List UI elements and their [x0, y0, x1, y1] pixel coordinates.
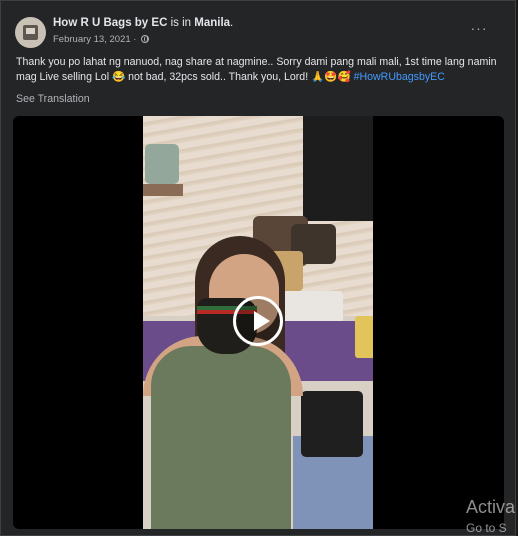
hashtag-link[interactable]: #HowRUbagsbyEC: [354, 71, 445, 83]
author-name[interactable]: How R U Bags by EC: [53, 17, 167, 29]
more-options-button[interactable]: ···: [469, 21, 489, 41]
is-in-text: is in: [170, 17, 192, 29]
post-text: Thank you po lahat ng nanuod, nag share …: [16, 55, 508, 85]
post-header: How R U Bags by EC is in Manila. Februar…: [15, 15, 505, 49]
post-meta: February 13, 2021 ·: [53, 34, 150, 45]
post-date[interactable]: February 13, 2021: [53, 34, 131, 45]
activation-watermark-sub: Go to S: [466, 521, 507, 535]
globe-icon: [141, 35, 150, 43]
location-link[interactable]: Manila: [194, 17, 230, 29]
video-player[interactable]: [13, 116, 504, 529]
see-translation-link[interactable]: See Translation: [16, 93, 90, 105]
post-title: How R U Bags by EC is in Manila.: [53, 17, 234, 29]
post-card: How R U Bags by EC is in Manila. Februar…: [0, 0, 516, 536]
play-button[interactable]: [233, 296, 283, 346]
activation-watermark: Activa: [466, 497, 516, 517]
avatar[interactable]: [15, 17, 46, 48]
